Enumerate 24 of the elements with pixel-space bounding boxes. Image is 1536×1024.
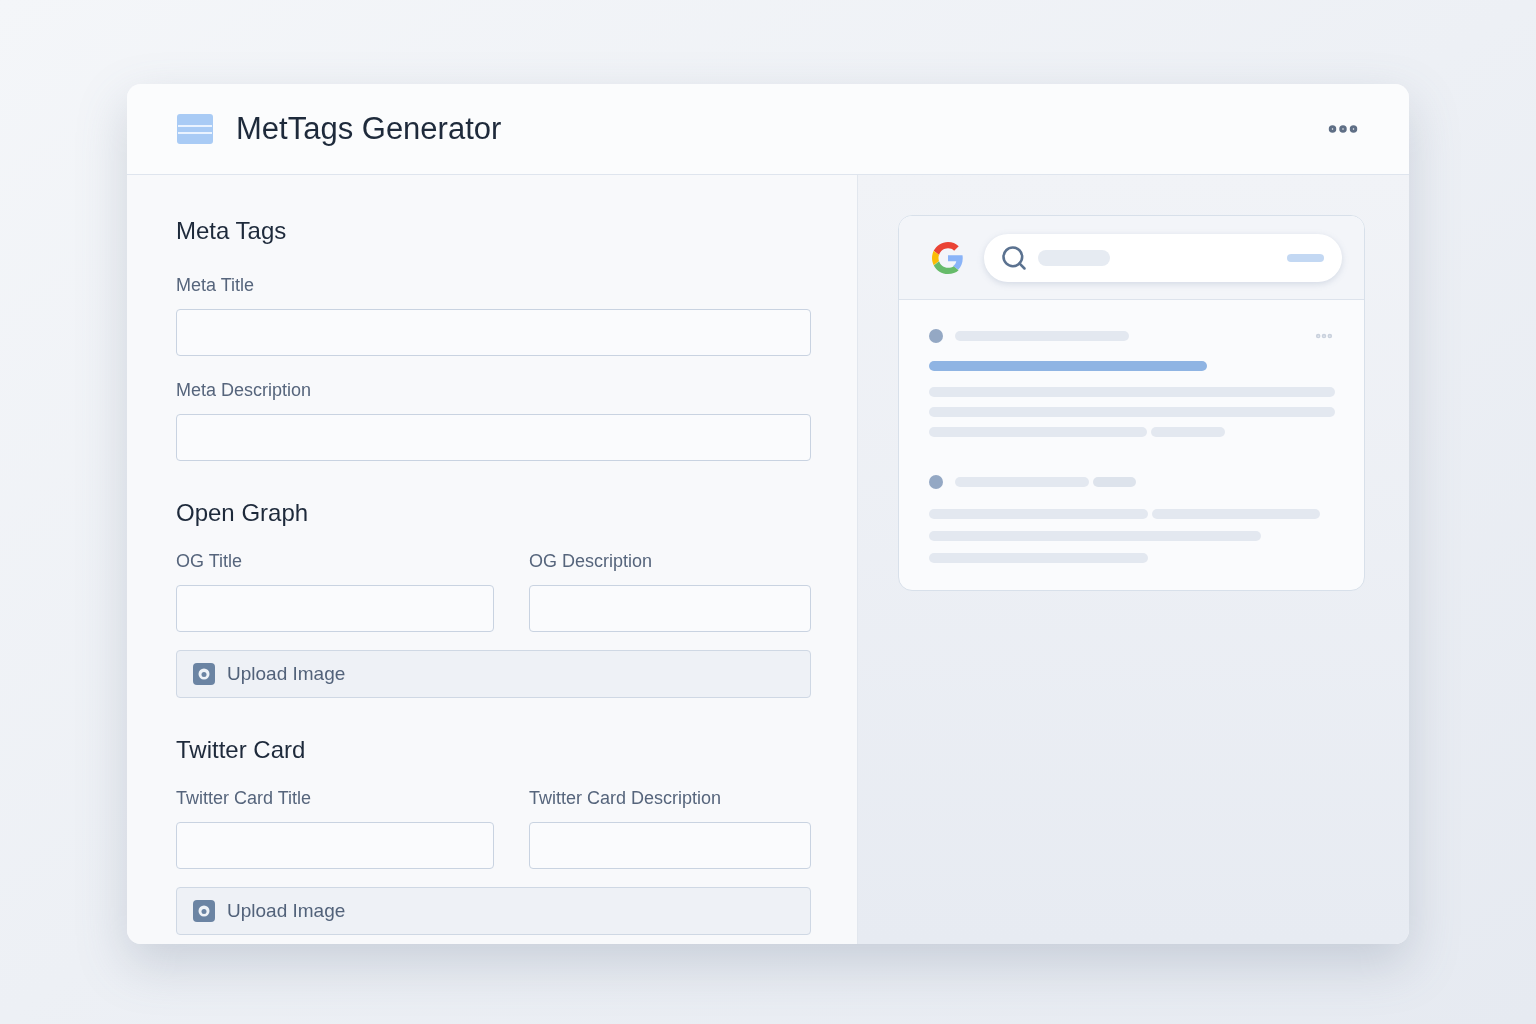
field-label: Meta Description [176, 379, 313, 402]
section-heading: Open Graph [176, 498, 310, 528]
upload-image-button[interactable]: Upload Image [176, 650, 811, 698]
section-heading: Meta Tags [176, 216, 288, 246]
text-input-field[interactable] [176, 309, 811, 356]
field-label: OG Title [176, 550, 243, 573]
field-label: Meta Title [176, 274, 256, 297]
section-heading: Twitter Card [176, 735, 307, 765]
text-input-field[interactable] [529, 585, 811, 632]
field-label: Twitter Card Description [529, 787, 723, 810]
text-input-field[interactable] [176, 822, 494, 869]
google-logo-icon [932, 241, 964, 274]
window-title: MetTags Generator [236, 109, 502, 148]
text-input-field[interactable] [176, 585, 494, 632]
camera-icon [193, 663, 215, 685]
menu-icon [177, 114, 213, 144]
field-label: OG Description [529, 550, 654, 573]
camera-icon [193, 900, 215, 922]
text-input-field[interactable] [176, 414, 811, 461]
text-input-field[interactable] [529, 822, 811, 869]
upload-image-button[interactable]: Upload Image [176, 887, 811, 935]
search-icon [1000, 243, 1028, 272]
search-field[interactable] [984, 233, 1342, 282]
field-label: Twitter Card Title [176, 787, 313, 810]
